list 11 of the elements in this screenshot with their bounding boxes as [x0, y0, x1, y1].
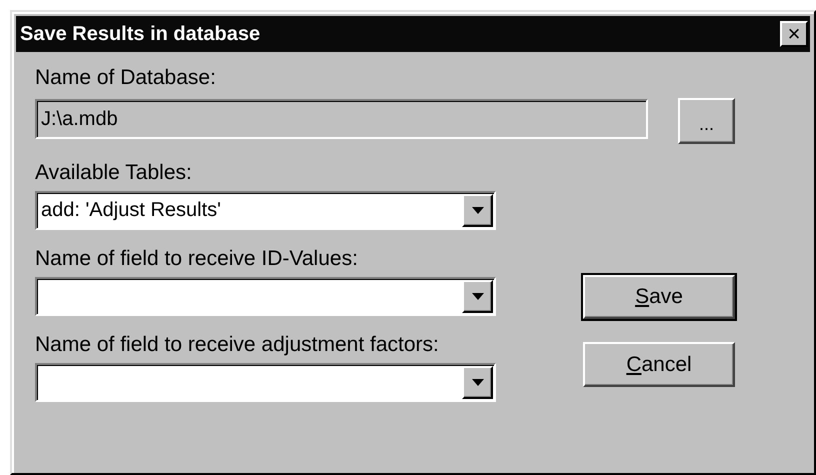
dropdown[interactable] — [35, 363, 496, 402]
dropdown[interactable] — [35, 277, 496, 316]
button[interactable]: Cancel — [583, 342, 735, 387]
field-label: Available Tables: — [35, 162, 193, 183]
field-label: Name of field to receive ID-Values: — [35, 248, 359, 269]
field-label: Name of field to receive adjustment factors: — [35, 334, 440, 355]
close-button[interactable]: × — [780, 21, 808, 47]
dropdown[interactable]: add: 'Adjust Results' — [35, 191, 496, 230]
field-label: Name of Database: — [35, 66, 217, 90]
button[interactable]: Save — [583, 275, 735, 319]
window-title: Save Results in database — [20, 22, 260, 46]
